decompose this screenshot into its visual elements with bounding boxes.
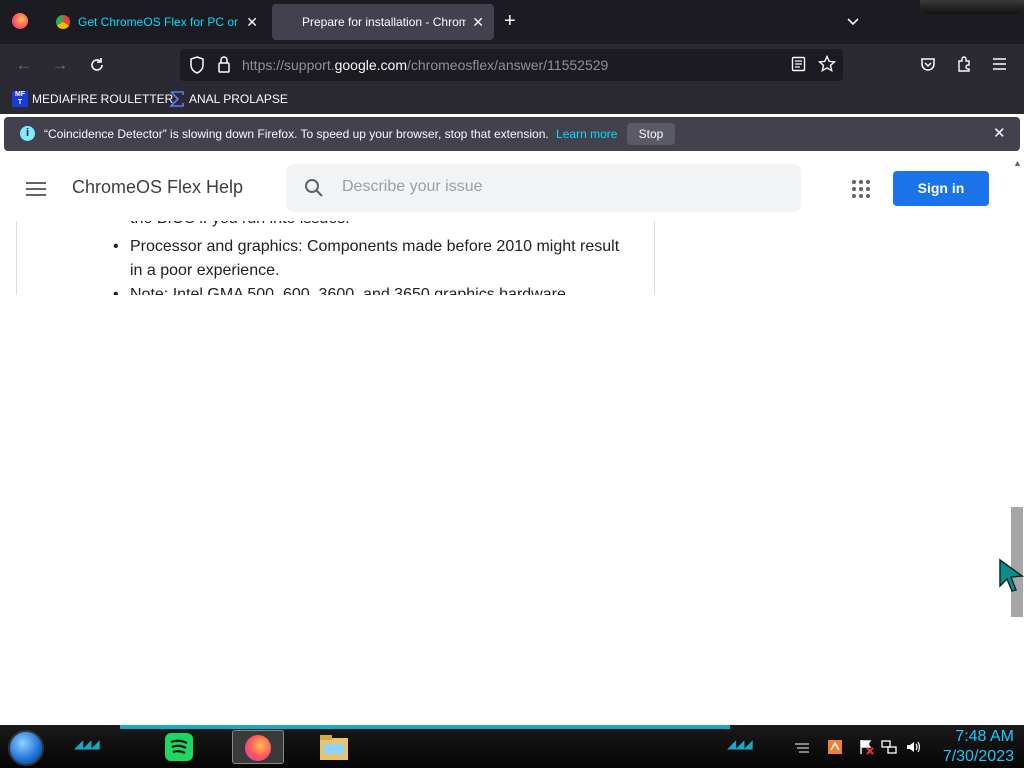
notification-message: “Coincidence Detector” is slowing down F… bbox=[44, 127, 617, 141]
sign-in-button[interactable]: Sign in bbox=[893, 171, 989, 206]
url-text[interactable]: https://support.google.com/chromeosflex/… bbox=[242, 57, 608, 73]
tab-close-icon[interactable]: ✕ bbox=[246, 14, 258, 31]
bookmark-star-icon[interactable] bbox=[818, 55, 836, 73]
url-prefix: https://support. bbox=[242, 57, 335, 73]
stop-extension-button[interactable]: Stop bbox=[627, 123, 675, 145]
back-arrow-icon[interactable]: ← bbox=[14, 55, 34, 75]
volume-speaker-icon[interactable] bbox=[905, 739, 921, 755]
learn-more-link[interactable]: Learn more bbox=[556, 127, 617, 141]
main-menu-icon[interactable] bbox=[26, 182, 46, 196]
bookmark-anal-prolapse[interactable]: ANAL PROLAPSE bbox=[169, 91, 288, 107]
show-desktop-icon[interactable] bbox=[794, 739, 810, 755]
info-icon: i bbox=[20, 126, 35, 141]
bookmark-mediafire-rouletter[interactable]: MF T MEDIAFIRE ROULETTER bbox=[12, 91, 173, 107]
clock-date[interactable]: 7/30/2023 bbox=[930, 748, 1014, 766]
notification-text: “Coincidence Detector” is slowing down F… bbox=[44, 127, 549, 141]
help-center-title[interactable]: ChromeOS Flex Help bbox=[72, 177, 243, 198]
search-icon[interactable] bbox=[304, 178, 324, 198]
page-scrollbar[interactable] bbox=[1010, 155, 1024, 725]
spotify-app-icon[interactable] bbox=[163, 730, 195, 764]
mediafire-favicon-icon: MF T bbox=[12, 91, 28, 107]
file-explorer-folder-icon[interactable] bbox=[318, 730, 350, 764]
bookmark-label: ANAL PROLAPSE bbox=[189, 92, 288, 106]
help-center-header: ChromeOS Flex Help Sign in bbox=[0, 155, 1010, 221]
bookmark-label: MEDIAFIRE ROULETTER bbox=[32, 92, 174, 106]
shield-icon[interactable] bbox=[189, 56, 205, 74]
notification-close-icon[interactable]: ✕ bbox=[993, 124, 1006, 142]
url-path: /chromeosflex/answer/11552529 bbox=[407, 57, 609, 73]
mouse-cursor-icon bbox=[999, 558, 1024, 592]
tab-title: Get ChromeOS Flex for PC or M bbox=[78, 15, 241, 29]
reload-icon[interactable] bbox=[88, 56, 106, 74]
network-icon[interactable] bbox=[881, 739, 897, 755]
google-apps-icon[interactable] bbox=[852, 180, 870, 198]
sigma-favicon-icon bbox=[169, 91, 184, 107]
bullet-note-intel-gma: Note: Intel GMA 500, 600, 3600, and 3650… bbox=[113, 283, 633, 295]
firefox-taskbar-button[interactable] bbox=[232, 730, 284, 764]
chrome-favicon-icon bbox=[56, 15, 70, 29]
reader-view-icon[interactable] bbox=[791, 56, 806, 72]
url-domain: google.com bbox=[334, 57, 407, 73]
clock-time[interactable]: 7:48 AM bbox=[930, 728, 1014, 746]
taskbar-decoration-icon: ◢◢◢ bbox=[727, 737, 753, 751]
tray-app-icon[interactable] bbox=[827, 739, 843, 755]
pocket-icon[interactable] bbox=[920, 56, 936, 72]
tab-close-icon[interactable]: ✕ bbox=[472, 14, 484, 31]
scroll-up-arrow-icon[interactable]: ▲ bbox=[1013, 158, 1022, 168]
app-menu-hamburger-icon[interactable] bbox=[992, 57, 1007, 71]
forward-arrow-icon[interactable]: → bbox=[50, 55, 70, 75]
new-tab-button[interactable]: + bbox=[504, 10, 516, 33]
search-input[interactable] bbox=[342, 178, 782, 196]
taskbar-decoration-icon: ◢◢◢ bbox=[74, 737, 100, 751]
bullet-processor-graphics: Processor and graphics: Components made … bbox=[113, 235, 633, 283]
page-viewport: the BIOS if you run into issues. Process… bbox=[0, 155, 1010, 725]
tab-prepare-for-installation[interactable]: Prepare for installation - Chrom ✕ bbox=[272, 4, 494, 40]
firefox-app-icon bbox=[245, 735, 271, 761]
window-frame-decoration bbox=[920, 0, 1024, 14]
list-all-tabs-chevron-icon[interactable] bbox=[845, 13, 861, 29]
action-center-flag-icon[interactable] bbox=[858, 739, 874, 755]
extensions-puzzle-icon[interactable] bbox=[956, 55, 973, 73]
tab-get-chromeos-flex[interactable]: Get ChromeOS Flex for PC or M ✕ bbox=[46, 4, 268, 40]
start-orb-button[interactable] bbox=[8, 730, 44, 766]
lock-icon[interactable] bbox=[217, 56, 231, 73]
taskbar-glow-strip bbox=[120, 725, 730, 729]
tab-title: Prepare for installation - Chrom bbox=[302, 15, 467, 29]
firefox-logo-icon[interactable] bbox=[12, 13, 28, 29]
search-box[interactable] bbox=[286, 164, 801, 212]
